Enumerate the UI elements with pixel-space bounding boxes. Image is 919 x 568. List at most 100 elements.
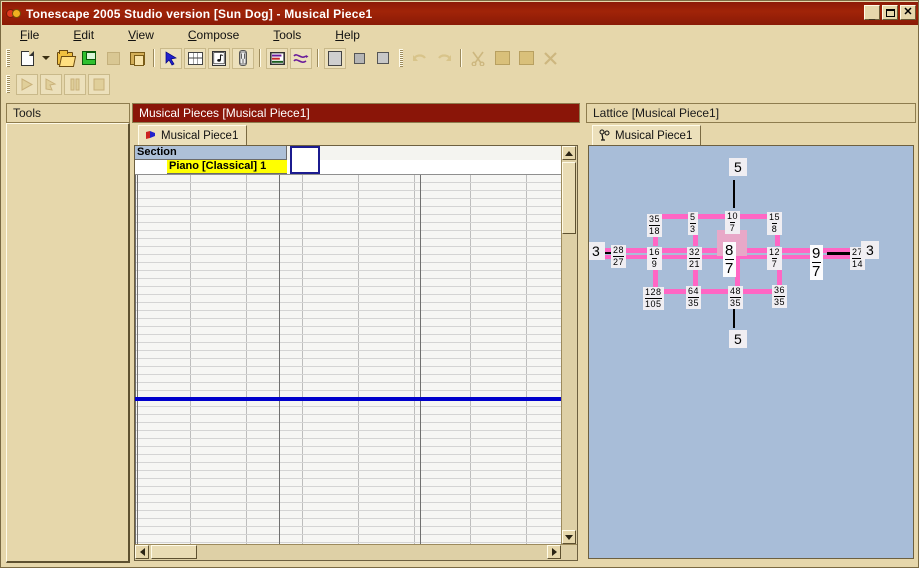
playback-position-line xyxy=(135,397,563,401)
scroll-right-button[interactable] xyxy=(547,545,561,559)
musical-pieces-body: Musical Piece1 Section Piano [Classical]… xyxy=(132,123,580,563)
sheet-horizontal-scrollbar[interactable] xyxy=(135,544,577,560)
lattice-node-36-35[interactable]: 36 35 xyxy=(772,285,788,308)
lattice-node-48-35[interactable]: 48 35 xyxy=(728,286,744,309)
select-tool-button[interactable] xyxy=(160,47,182,69)
node-denominator: 7 xyxy=(771,258,778,269)
panel-window-icon xyxy=(377,52,389,64)
open-file-button[interactable] xyxy=(54,48,76,69)
redo-button[interactable] xyxy=(433,48,455,69)
lattice-panel-caption[interactable]: Lattice [Musical Piece1] xyxy=(586,103,916,123)
maximize-button[interactable] xyxy=(882,5,898,20)
application-window: Tonescape 2005 Studio version [Sun Dog] … xyxy=(0,0,919,568)
cut-button[interactable] xyxy=(467,48,489,69)
window-title: Tonescape 2005 Studio version [Sun Dog] … xyxy=(26,6,373,21)
save-button[interactable] xyxy=(78,48,100,69)
vertical-scroll-thumb[interactable] xyxy=(562,162,576,234)
undo-button[interactable] xyxy=(409,48,431,69)
panel-container: Tools Musical Pieces [Musical Piece1] Mu… xyxy=(2,99,918,567)
scroll-down-button[interactable] xyxy=(562,530,576,544)
node-denominator: 35 xyxy=(688,297,700,308)
transport-toolbar xyxy=(2,71,918,97)
horizontal-scroll-thumb[interactable] xyxy=(151,545,197,559)
toolbar-grip-2[interactable] xyxy=(399,49,403,67)
wave-loop-icon xyxy=(293,53,309,63)
score-sheet[interactable]: Section Piano [Classical] 1 xyxy=(134,145,578,561)
pause-button[interactable] xyxy=(64,73,86,95)
lattice-view-button[interactable] xyxy=(184,47,206,69)
play-button[interactable] xyxy=(16,73,38,95)
window-buttons: _ ✕ xyxy=(864,5,916,21)
lattice-tabstrip: Musical Piece1 xyxy=(586,123,916,145)
sheet-vertical-scrollbar[interactable] xyxy=(561,146,577,560)
node-denominator: 35 xyxy=(774,296,786,307)
main-toolbar xyxy=(2,45,918,71)
lattice-node-16-9[interactable]: 16 9 xyxy=(647,247,663,270)
track-name-cell[interactable]: Piano [Classical] 1 xyxy=(167,160,287,174)
delete-button[interactable] xyxy=(539,48,561,69)
tab-musical-piece1[interactable]: Musical Piece1 xyxy=(138,125,248,145)
menu-item-file[interactable]: File xyxy=(10,27,49,43)
lattice-edge xyxy=(647,213,779,219)
menu-bar: File Edit View Compose Tools Help xyxy=(2,25,918,45)
lattice-node-35-18[interactable]: 35 18 xyxy=(647,214,663,237)
lattice-icon xyxy=(598,129,611,142)
musical-pieces-caption[interactable]: Musical Pieces [Musical Piece1] xyxy=(132,103,580,123)
small-window-icon xyxy=(353,52,365,64)
lattice-node-5-3[interactable]: 53 xyxy=(688,212,698,235)
panel-window-button[interactable] xyxy=(372,48,394,69)
node-denominator: 18 xyxy=(649,225,661,236)
tab-label: Musical Piece1 xyxy=(161,129,239,142)
tab-lattice-musical-piece1[interactable]: Musical Piece1 xyxy=(592,125,702,145)
lattice-node-9-7[interactable]: 97 xyxy=(810,245,823,280)
close-button[interactable]: ✕ xyxy=(900,5,916,20)
tools-panel-caption[interactable]: Tools xyxy=(6,103,130,123)
title-bar: Tonescape 2005 Studio version [Sun Dog] … xyxy=(2,2,918,25)
lattice-node-32-21[interactable]: 32 21 xyxy=(687,247,703,270)
node-numerator: 36 xyxy=(774,285,786,295)
note-grid[interactable] xyxy=(135,174,577,560)
lattice-node-15-8[interactable]: 15 8 xyxy=(767,212,783,235)
tools-panel-body[interactable] xyxy=(6,123,130,563)
toolbar-separator xyxy=(153,49,155,67)
print-button[interactable] xyxy=(126,48,148,69)
menu-item-help[interactable]: Help xyxy=(325,27,370,43)
chevron-down-icon xyxy=(42,56,50,60)
lattice-canvas[interactable]: 35 18 5 3 10 7 15 8 28 27 16 9 32 21 8 7 12 7 9 7 27 14 128 105… xyxy=(588,145,914,559)
lattice-grid-icon xyxy=(187,51,203,65)
musical-pieces-tabstrip: Musical Piece1 xyxy=(132,123,580,145)
transport-grip[interactable] xyxy=(6,75,10,93)
save-as-button[interactable] xyxy=(102,48,124,69)
musical-piece-icon xyxy=(144,129,157,142)
paste-button[interactable] xyxy=(515,48,537,69)
lattice-node-10-7[interactable]: 10 7 xyxy=(725,211,741,234)
note-editor-icon xyxy=(212,50,226,66)
lattice-node-128-105[interactable]: 128 105 xyxy=(643,287,664,310)
menu-item-edit[interactable]: Edit xyxy=(63,27,104,43)
score-view-button[interactable] xyxy=(324,47,346,69)
scroll-up-button[interactable] xyxy=(562,146,576,160)
lattice-node-28-27[interactable]: 28 27 xyxy=(611,245,627,268)
menu-item-view[interactable]: View xyxy=(118,27,164,43)
new-file-button[interactable] xyxy=(16,48,38,69)
selected-cell[interactable] xyxy=(290,146,320,174)
note-editor-button[interactable] xyxy=(208,47,230,69)
mixer-button[interactable] xyxy=(266,47,288,69)
lattice-node-12-7[interactable]: 12 7 xyxy=(767,247,783,270)
stop-button[interactable] xyxy=(88,73,110,95)
new-file-dropdown-button[interactable] xyxy=(40,48,52,69)
record-button[interactable] xyxy=(40,73,62,95)
small-window-button[interactable] xyxy=(348,48,370,69)
menu-item-tools[interactable]: Tools xyxy=(263,27,311,43)
node-numerator: 16 xyxy=(649,247,661,257)
section-header-cell[interactable]: Section xyxy=(135,146,287,160)
copy-button[interactable] xyxy=(491,48,513,69)
toolbar-grip[interactable] xyxy=(6,49,10,67)
menu-item-compose[interactable]: Compose xyxy=(178,27,249,43)
lattice-node-8-7[interactable]: 87 xyxy=(723,242,736,277)
minimize-button[interactable]: _ xyxy=(864,5,880,21)
loop-button[interactable] xyxy=(290,47,312,69)
tuning-fork-button[interactable] xyxy=(232,47,254,69)
lattice-node-64-35[interactable]: 64 35 xyxy=(686,286,702,309)
scroll-left-button[interactable] xyxy=(135,545,149,559)
